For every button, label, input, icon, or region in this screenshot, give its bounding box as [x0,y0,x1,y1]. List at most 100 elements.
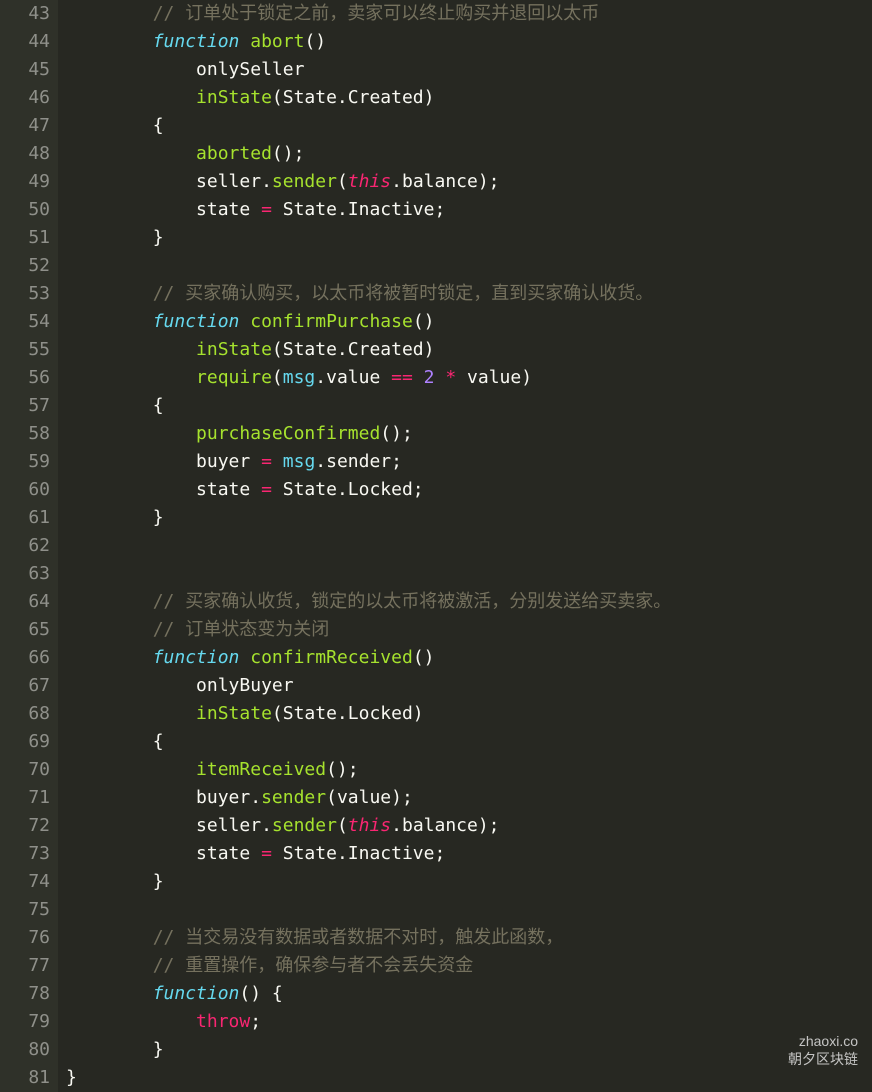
code-line[interactable]: { [66,728,671,756]
token-punct [239,31,250,52]
token-ident: state [196,199,261,220]
line-number: 64 [12,588,50,616]
token-ident: seller. [196,815,272,836]
code-line[interactable]: state = State.Inactive; [66,196,671,224]
line-number: 68 [12,700,50,728]
token-punct: (value); [326,787,413,808]
line-number: 55 [12,336,50,364]
code-line[interactable]: buyer.sender(value); [66,784,671,812]
token-punct: } [153,1039,164,1060]
token-comment: // 买家确认购买，以太币将被暂时锁定，直到买家确认收货。 [153,283,654,304]
code-line[interactable]: function abort() [66,28,671,56]
token-ident: state [196,843,261,864]
line-number: 58 [12,420,50,448]
token-ident: seller. [196,171,272,192]
code-line[interactable]: // 订单状态变为关闭 [66,616,671,644]
code-line[interactable]: // 订单处于锁定之前，卖家可以终止购买并退回以太币 [66,0,671,28]
token-ident: State.Locked; [272,479,424,500]
token-ident: state [196,479,261,500]
token-comment: // 订单处于锁定之前，卖家可以终止购买并退回以太币 [153,3,600,24]
token-funcname: aborted [196,143,272,164]
code-line[interactable]: function() { [66,980,671,1008]
token-ident: State.Inactive; [272,199,445,220]
code-line[interactable]: function confirmPurchase() [66,308,671,336]
line-number: 61 [12,504,50,532]
code-line[interactable]: onlySeller [66,56,671,84]
code-line[interactable]: inState(State.Locked) [66,700,671,728]
token-ident: buyer. [196,787,261,808]
watermark-text: 朝夕区块链 [788,1050,858,1068]
token-punct: .balance); [391,815,499,836]
line-number: 53 [12,280,50,308]
code-line[interactable]: { [66,392,671,420]
token-punct: } [153,507,164,528]
code-line[interactable]: } [66,1036,671,1064]
code-line[interactable]: itemReceived(); [66,756,671,784]
code-line[interactable]: // 重置操作，确保参与者不会丢失资金 [66,952,671,980]
code-line[interactable]: state = State.Inactive; [66,840,671,868]
code-line[interactable]: seller.sender(this.balance); [66,168,671,196]
token-comment: // 当交易没有数据或者数据不对时，触发此函数， [153,927,564,948]
token-ident: buyer [196,451,261,472]
code-line[interactable] [66,252,671,280]
code-line[interactable] [66,896,671,924]
code-line[interactable]: state = State.Locked; [66,476,671,504]
token-funcname: sender [272,171,337,192]
token-ident: onlySeller [196,59,304,80]
token-punct: value) [456,367,532,388]
token-punct: .value [315,367,391,388]
token-ident: onlyBuyer [196,675,294,696]
token-comment: // 买家确认收货，锁定的以太币将被激活，分别发送给买卖家。 [153,591,672,612]
code-line[interactable]: // 买家确认购买，以太币将被暂时锁定，直到买家确认收货。 [66,280,671,308]
token-punct: } [153,227,164,248]
code-line[interactable] [66,560,671,588]
token-punct [239,647,250,668]
code-line[interactable]: onlyBuyer [66,672,671,700]
token-var: msg [283,367,316,388]
code-content[interactable]: // 订单处于锁定之前，卖家可以终止购买并退回以太币 function abor… [58,0,671,1092]
token-funcname: require [196,367,272,388]
code-line[interactable]: inState(State.Created) [66,336,671,364]
token-punct: ; [250,1011,261,1032]
line-number: 47 [12,112,50,140]
token-ident: State.Inactive; [272,843,445,864]
line-number: 50 [12,196,50,224]
code-line[interactable]: throw; [66,1008,671,1036]
code-line[interactable]: function confirmReceived() [66,644,671,672]
code-line[interactable] [66,532,671,560]
code-line[interactable]: purchaseConfirmed(); [66,420,671,448]
token-punct: .sender; [315,451,402,472]
code-line[interactable]: aborted(); [66,140,671,168]
code-line[interactable]: } [66,504,671,532]
token-op: == [391,367,413,388]
line-number: 71 [12,784,50,812]
code-line[interactable]: } [66,1064,671,1092]
code-line[interactable]: inState(State.Created) [66,84,671,112]
code-line[interactable]: require(msg.value == 2 * value) [66,364,671,392]
code-editor[interactable]: 4344454647484950515253545556575859606162… [0,0,872,1092]
token-keyword: function [153,983,240,1004]
token-punct: ( [337,815,348,836]
line-number: 56 [12,364,50,392]
code-line[interactable]: buyer = msg.sender; [66,448,671,476]
token-keyword: function [153,311,240,332]
line-number: 66 [12,644,50,672]
token-funcname: confirmPurchase [250,311,413,332]
token-var: msg [283,451,316,472]
code-line[interactable]: } [66,224,671,252]
line-number: 65 [12,616,50,644]
line-number: 67 [12,672,50,700]
line-number: 70 [12,756,50,784]
code-line[interactable]: { [66,112,671,140]
line-number: 80 [12,1036,50,1064]
token-punct [239,311,250,332]
token-funcname: inState [196,339,272,360]
code-line[interactable]: seller.sender(this.balance); [66,812,671,840]
code-line[interactable]: } [66,868,671,896]
token-punct: (); [272,143,305,164]
token-funcname: sender [261,787,326,808]
code-line[interactable]: // 当交易没有数据或者数据不对时，触发此函数， [66,924,671,952]
code-line[interactable]: // 买家确认收货，锁定的以太币将被激活，分别发送给买卖家。 [66,588,671,616]
token-funcname: inState [196,703,272,724]
token-punct: (State.Created) [272,339,435,360]
